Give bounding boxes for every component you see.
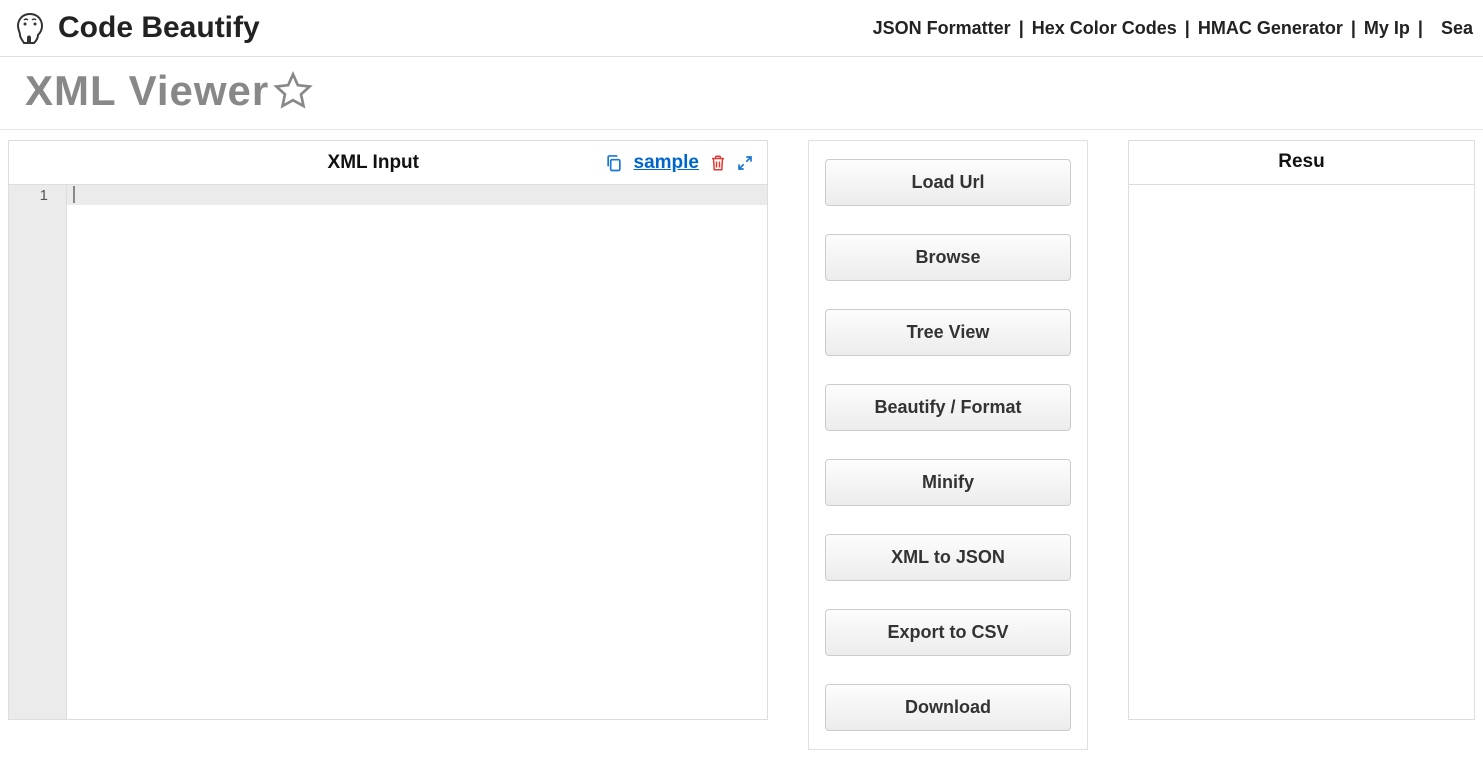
brand-text: Code Beautify [58,11,260,45]
top-header: Code Beautify JSON Formatter | Hex Color… [0,0,1483,57]
input-panel-header: XML Input sample [9,141,767,185]
editor-content[interactable] [67,185,767,719]
expand-icon[interactable] [737,155,753,171]
nav-separator: | [1185,18,1190,39]
input-panel-title: XML Input [143,152,604,174]
sample-link[interactable]: sample [634,152,699,174]
main-area: XML Input sample [0,130,1483,760]
page-title-row: XML Viewer [0,57,1483,130]
browse-button[interactable]: Browse [825,234,1071,281]
copy-icon[interactable] [604,153,624,173]
tree-view-button[interactable]: Tree View [825,309,1071,356]
editor-cursor [73,186,75,203]
page-title: XML Viewer [25,67,269,115]
star-icon[interactable] [273,71,313,111]
trash-icon[interactable] [709,154,727,172]
download-button[interactable]: Download [825,684,1071,731]
nav-search[interactable]: Sea [1441,18,1473,39]
brand[interactable]: Code Beautify [10,8,260,48]
result-panel-title: Resu [1129,141,1474,185]
active-line-highlight [67,185,767,205]
brain-icon [10,8,50,48]
result-content[interactable] [1129,185,1474,719]
nav-json-formatter[interactable]: JSON Formatter [873,18,1011,39]
load-url-button[interactable]: Load Url [825,159,1071,206]
nav-separator: | [1351,18,1356,39]
nav-my-ip[interactable]: My Ip [1364,18,1410,39]
nav-separator: | [1019,18,1024,39]
nav-hmac-generator[interactable]: HMAC Generator [1198,18,1343,39]
result-panel: Resu [1128,140,1475,720]
input-panel-actions: sample [604,152,753,174]
editor-body[interactable]: 1 [9,185,767,719]
editor-gutter: 1 [9,185,67,719]
input-panel: XML Input sample [8,140,768,720]
line-number: 1 [9,185,66,206]
actions-panel: Load Url Browse Tree View Beautify / For… [808,140,1088,750]
xml-to-json-button[interactable]: XML to JSON [825,534,1071,581]
nav-separator: | [1418,18,1423,39]
minify-button[interactable]: Minify [825,459,1071,506]
beautify-button[interactable]: Beautify / Format [825,384,1071,431]
nav-hex-color-codes[interactable]: Hex Color Codes [1032,18,1177,39]
top-nav: JSON Formatter | Hex Color Codes | HMAC … [873,18,1473,39]
export-csv-button[interactable]: Export to CSV [825,609,1071,656]
